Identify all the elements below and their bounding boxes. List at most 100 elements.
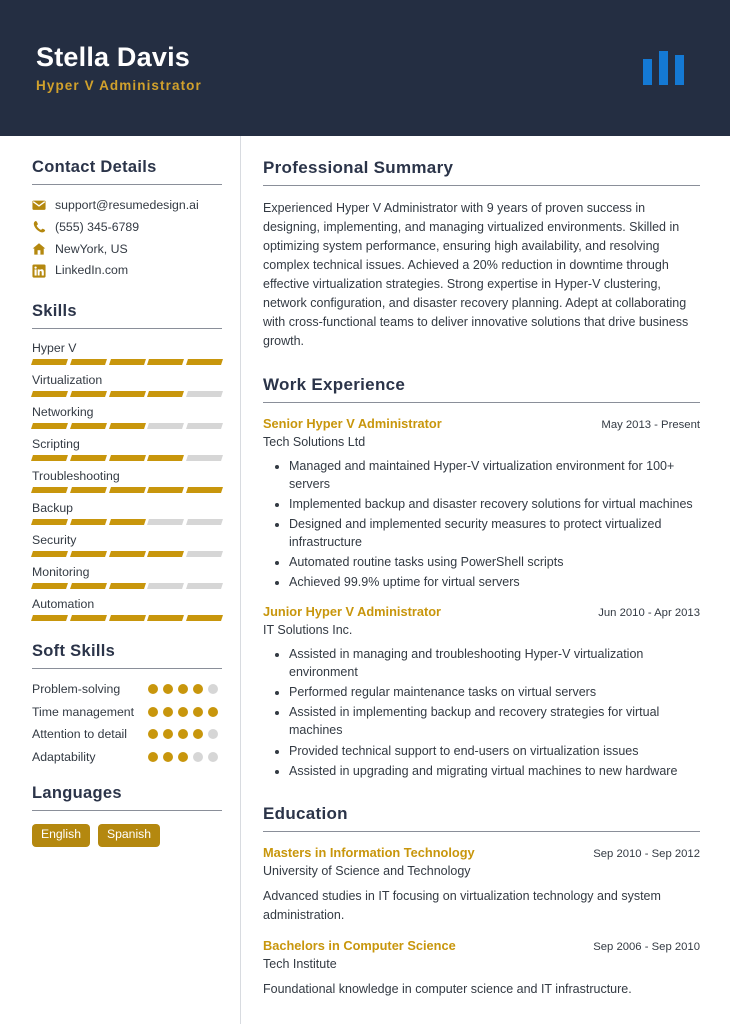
- education-heading-rule: [263, 830, 700, 832]
- three-bars-logo-icon: [643, 51, 684, 85]
- skill-bar-segment: [186, 519, 223, 525]
- experience-bullet-list: Assisted in managing and troubleshooting…: [263, 645, 700, 780]
- logo-bar-right: [675, 55, 684, 85]
- skill-bar-segment: [147, 455, 185, 461]
- skill-bar-segment: [186, 551, 223, 557]
- linkedin-icon: [32, 264, 46, 278]
- skill-bar-segment: [108, 519, 146, 525]
- languages-heading: Languages: [32, 784, 122, 803]
- skill-item: Hyper V: [31, 341, 223, 365]
- soft-skill-item: Attention to detail: [32, 726, 222, 743]
- candidate-job-title: Hyper V Administrator: [36, 78, 202, 94]
- contact-section: Contact Details support@resumedesign.ai …: [32, 158, 222, 278]
- experience-bullet: Designed and implemented security measur…: [289, 515, 700, 551]
- experience-bullet: Assisted in upgrading and migrating virt…: [289, 762, 700, 780]
- envelope-icon: [32, 198, 46, 212]
- soft-skill-item: Problem-solving: [32, 681, 222, 698]
- skill-bar-segment: [186, 583, 223, 589]
- experience-bullet: Implemented backup and disaster recovery…: [289, 495, 700, 513]
- experience-list: Senior Hyper V Administrator May 2013 - P…: [263, 416, 700, 780]
- language-chip[interactable]: English: [32, 824, 90, 847]
- experience-organization: Tech Solutions Ltd: [263, 434, 366, 449]
- skill-bar-segment: [186, 359, 223, 365]
- soft-skill-rating: [148, 749, 222, 762]
- contact-item-location[interactable]: NewYork, US: [32, 242, 222, 257]
- soft-skills-list: Problem-solving Time management Attention …: [32, 681, 222, 765]
- contact-item-phone[interactable]: (555) 345-6789: [32, 220, 222, 235]
- skill-bar-segment: [147, 519, 185, 525]
- experience-bullet: Performed regular maintenance tasks on v…: [289, 683, 700, 701]
- skill-label: Networking: [32, 405, 94, 419]
- skill-label: Automation: [32, 597, 95, 611]
- summary-heading-rule: [263, 185, 700, 186]
- experience-bullet: Automated routine tasks using PowerShell…: [289, 553, 700, 571]
- home-icon: [32, 242, 46, 256]
- rating-dot: [178, 706, 188, 717]
- experience-heading: Work Experience: [263, 375, 406, 394]
- skill-bar-segment: [69, 391, 107, 397]
- experience-bullet: Managed and maintained Hyper-V virtualiz…: [289, 457, 700, 493]
- rating-dot: [148, 751, 158, 762]
- skill-bar-segment: [147, 423, 185, 429]
- skill-bar-segment: [69, 455, 107, 461]
- education-entry-header: Masters in Information Technology Sep 201…: [263, 845, 700, 862]
- skill-bar-segment: [31, 583, 68, 589]
- experience-date-range: Jun 2010 - Apr 2013: [598, 607, 700, 620]
- contact-heading-rule: [32, 184, 222, 185]
- languages-section: Languages English Spanish: [32, 784, 222, 847]
- skill-level-bar: [31, 455, 223, 461]
- education-section: Education Masters in Information Technol…: [263, 804, 700, 999]
- soft-skill-label: Time management: [32, 704, 135, 719]
- skill-bar-segment: [108, 551, 146, 557]
- soft-skill-rating: [148, 681, 222, 694]
- skill-bar-segment: [31, 487, 68, 493]
- contact-item-email[interactable]: support@resumedesign.ai: [32, 198, 222, 213]
- skill-bar-segment: [69, 551, 107, 557]
- contact-location-text: NewYork, US: [55, 241, 128, 256]
- rating-dot: [178, 684, 188, 694]
- rating-dot: [163, 706, 173, 717]
- skill-bar-segment: [186, 455, 223, 461]
- rating-dot: [193, 751, 203, 762]
- skill-item: Networking: [31, 405, 223, 429]
- experience-bullet: Provided technical support to end-users …: [289, 742, 700, 760]
- contact-list: support@resumedesign.ai (555) 345-6789 N…: [32, 198, 222, 278]
- contact-email-text: support@resumedesign.ai: [55, 198, 199, 212]
- skill-bar-segment: [186, 391, 223, 397]
- language-chip[interactable]: Spanish: [97, 824, 161, 847]
- soft-skills-heading: Soft Skills: [32, 642, 116, 660]
- education-entry: Bachelors in Computer Science Sep 2006 - …: [263, 938, 700, 999]
- skill-bar-segment: [108, 583, 146, 589]
- education-degree: Bachelors in Computer Science: [263, 937, 456, 953]
- skill-bar-segment: [186, 487, 223, 493]
- skill-label: Scripting: [32, 437, 80, 451]
- skill-bar-segment: [69, 423, 107, 429]
- education-institution: Tech Institute: [263, 956, 337, 971]
- skills-list: Hyper V Virtualization Networking Scripting…: [31, 341, 223, 621]
- skill-bar-segment: [108, 359, 146, 365]
- soft-skill-label: Attention to detail: [32, 727, 128, 742]
- header-name-block: Stella Davis Hyper V Administrator: [36, 42, 202, 94]
- skill-level-bar: [31, 583, 223, 589]
- skill-bar-segment: [147, 487, 185, 493]
- skill-bar-segment: [69, 519, 107, 525]
- skill-bar-segment: [31, 615, 68, 621]
- soft-skills-section: Soft Skills Problem-solving Time manageme…: [32, 642, 222, 765]
- skill-label: Security: [32, 533, 77, 547]
- skills-heading: Skills: [32, 302, 77, 320]
- skill-bar-segment: [31, 391, 68, 397]
- rating-dot: [178, 729, 188, 740]
- soft-skill-item: Adaptability: [32, 749, 222, 766]
- skill-bar-segment: [108, 391, 146, 397]
- contact-item-linkedin[interactable]: LinkedIn.com: [32, 263, 222, 278]
- experience-section: Work Experience Senior Hyper V Administr…: [263, 375, 700, 780]
- soft-skills-heading-rule: [32, 668, 222, 669]
- skill-label: Troubleshooting: [32, 469, 120, 483]
- soft-skill-rating: [148, 726, 222, 740]
- skills-heading-rule: [32, 328, 222, 329]
- soft-skill-label: Adaptability: [32, 749, 96, 764]
- experience-organization: IT Solutions Inc.: [263, 623, 353, 638]
